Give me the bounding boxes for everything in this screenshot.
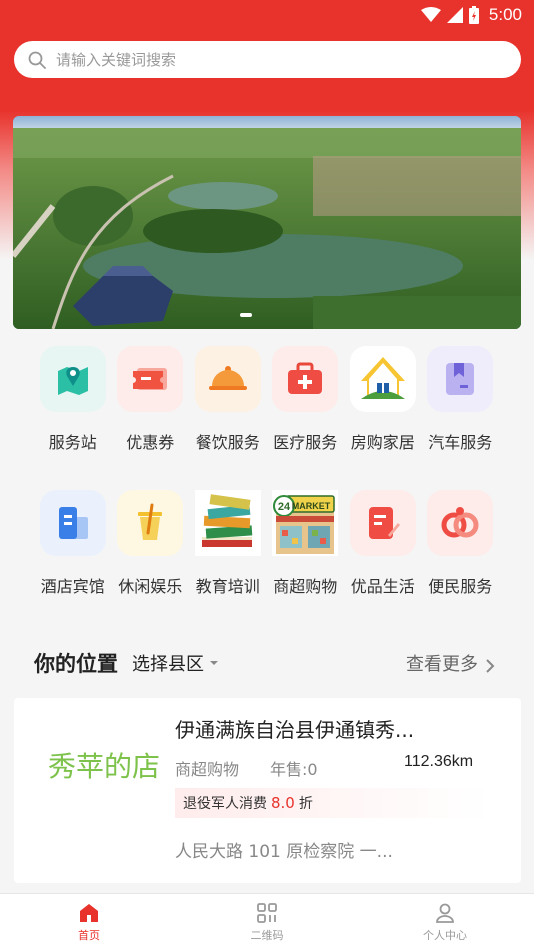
park-aerial-image — [13, 116, 521, 329]
category-label: 汽车服务 — [428, 433, 493, 452]
market-hours-text: 24 — [278, 501, 291, 513]
medical-kit-icon — [272, 346, 339, 412]
qrcode-icon — [257, 903, 277, 923]
market-icon: 24 MARKET — [272, 490, 339, 556]
banner-pagination-dot — [240, 313, 252, 317]
shop-name: 伊通满族自治县伊通镇秀... — [175, 718, 415, 742]
drink-icon — [117, 490, 184, 556]
see-more-label: 查看更多 — [406, 654, 478, 675]
house-icon — [349, 346, 416, 412]
shop-address: 人民大路 101 原检察院 一... — [175, 842, 393, 862]
signal-icon — [446, 7, 463, 23]
category-grid: 服务站 优惠券 餐饮服务 医疗服务 房购家居 汽车服务 酒店宾馆 休闲娱乐 教育… — [0, 346, 534, 597]
category-hotel[interactable]: 酒店宾馆 — [34, 490, 112, 597]
category-education[interactable]: 教育培训 — [189, 490, 267, 597]
category-label: 服务站 — [48, 433, 97, 452]
search-bar[interactable] — [14, 41, 521, 78]
county-select[interactable]: 选择县区 — [132, 650, 220, 676]
bottom-navigation: 首页 二维码 个人中心 — [0, 893, 534, 951]
shop-distance: 112.36km — [404, 753, 474, 770]
home-icon — [80, 904, 98, 922]
category-label: 餐饮服务 — [195, 433, 260, 452]
category-label: 医疗服务 — [273, 433, 338, 452]
shop-annual-sales: 年售:0 — [270, 760, 318, 779]
category-label: 休闲娱乐 — [118, 577, 183, 596]
category-label: 房购家居 — [350, 433, 415, 452]
banner-image[interactable] — [13, 116, 521, 329]
ticket-icon — [117, 346, 184, 412]
see-more-link[interactable]: 查看更多 — [406, 650, 496, 676]
wifi-icon — [420, 7, 441, 22]
category-label: 优品生活 — [350, 577, 415, 596]
category-quality-life[interactable]: 优品生活 — [344, 490, 422, 597]
shop-category: 商超购物 — [175, 760, 240, 779]
note-icon — [349, 490, 416, 556]
cloche-icon — [194, 346, 261, 412]
category-label: 商超购物 — [273, 577, 338, 596]
discount-badge: 退役军人消费 8.0 折 — [175, 788, 489, 818]
category-supermarket[interactable]: 24 MARKET 商超购物 — [267, 490, 345, 597]
category-leisure[interactable]: 休闲娱乐 — [112, 490, 190, 597]
county-select-label: 选择县区 — [132, 654, 204, 675]
category-label: 酒店宾馆 — [40, 577, 105, 596]
category-convenience[interactable]: 便民服务 — [422, 490, 500, 597]
location-title: 你的位置 — [34, 652, 118, 676]
category-label: 便民服务 — [428, 577, 493, 596]
category-coupon[interactable]: 优惠券 — [112, 346, 190, 453]
user-icon — [436, 903, 454, 923]
nav-profile[interactable]: 个人中心 — [356, 894, 534, 951]
location-bar: 你的位置 选择县区 查看更多 — [34, 645, 496, 681]
category-label: 优惠券 — [126, 433, 175, 452]
nav-profile-label: 个人中心 — [423, 929, 467, 942]
nav-qrcode[interactable]: 二维码 — [178, 894, 356, 951]
discount-prefix: 退役军人消费 — [183, 796, 267, 812]
category-medical[interactable]: 医疗服务 — [267, 346, 345, 453]
search-input[interactable] — [54, 49, 478, 70]
category-car-service[interactable]: 汽车服务 — [422, 346, 500, 453]
chevron-right-icon — [486, 659, 495, 673]
map-pin-icon — [39, 346, 106, 412]
search-icon — [28, 51, 46, 69]
status-time: 5:00 — [488, 5, 522, 24]
shop-logo: 秀苹的店 — [47, 750, 160, 783]
battery-icon — [468, 6, 479, 24]
market-sign-text: MARKET — [292, 501, 331, 511]
discount-value: 8.0 — [271, 794, 295, 812]
nav-qrcode-label: 二维码 — [250, 929, 284, 942]
rings-icon — [427, 490, 494, 556]
nav-home-label: 首页 — [78, 929, 100, 942]
shop-card[interactable]: 秀苹的店 伊通满族自治县伊通镇秀... 商超购物 年售:0 112.36km 退… — [14, 698, 521, 883]
books-icon — [194, 490, 261, 556]
category-service-station[interactable]: 服务站 — [34, 346, 112, 453]
category-label: 教育培训 — [195, 577, 260, 596]
category-housing[interactable]: 房购家居 — [344, 346, 422, 453]
car-service-icon — [427, 346, 494, 412]
status-bar: 5:00 — [0, 0, 534, 30]
nav-home[interactable]: 首页 — [0, 894, 178, 951]
caret-down-icon — [210, 661, 218, 665]
category-catering[interactable]: 餐饮服务 — [189, 346, 267, 453]
hotel-icon — [39, 490, 106, 556]
discount-suffix: 折 — [298, 796, 313, 812]
